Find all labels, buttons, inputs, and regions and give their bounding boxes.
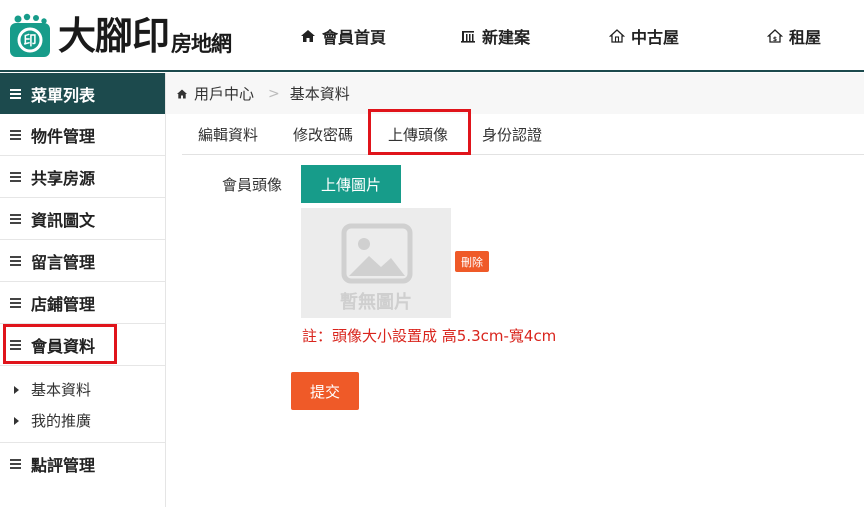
sidebar-item-member-info[interactable]: 會員資料 xyxy=(0,324,165,366)
menu-icon xyxy=(10,88,21,99)
sidebar-item-reviews[interactable]: 點評管理 xyxy=(0,443,165,485)
caret-right-icon xyxy=(14,385,19,394)
site-logo[interactable]: 印 大腳印 房地網 xyxy=(8,10,258,62)
sidebar-title-text: 菜單列表 xyxy=(31,85,96,105)
breadcrumb: 用戶中心 > 基本資料 xyxy=(166,73,864,114)
sidebar-item-shared[interactable]: 共享房源 xyxy=(0,156,165,198)
avatar-preview: 暫無圖片 xyxy=(301,208,451,318)
list-icon xyxy=(10,339,21,350)
submenu-my-promotion[interactable]: 我的推廣 xyxy=(0,405,165,436)
avatar-label: 會員頭像 xyxy=(222,176,283,194)
member-submenu: 基本資料 我的推廣 xyxy=(0,366,165,443)
sidebar-item-label: 會員資料 xyxy=(31,336,96,356)
tab-change-password[interactable]: 修改密碼 xyxy=(293,124,353,145)
nav-rent[interactable]: $ 租屋 xyxy=(767,24,821,48)
nav-label: 新建案 xyxy=(482,28,531,47)
svg-text:$: $ xyxy=(773,36,777,43)
logo-subtitle: 房地網 xyxy=(171,31,232,56)
no-image-text: 暫無圖片 xyxy=(340,292,412,313)
delete-button[interactable]: 刪除 xyxy=(455,251,489,272)
sidebar-item-label: 店鋪管理 xyxy=(31,294,96,314)
list-icon xyxy=(10,255,21,266)
tab-upload-avatar[interactable]: 上傳頭像 xyxy=(388,124,448,145)
breadcrumb-current: 基本資料 xyxy=(289,85,350,103)
site-header: 印 大腳印 房地網 會員首頁 新建案 中古屋 $ 租屋 xyxy=(0,0,864,72)
logo-title: 大腳印 xyxy=(58,13,170,58)
sidebar-item-label: 留言管理 xyxy=(31,252,96,272)
sidebar-item-property[interactable]: 物件管理 xyxy=(0,114,165,156)
list-icon xyxy=(10,297,21,308)
sidebar-item-label: 點評管理 xyxy=(31,456,96,475)
list-icon xyxy=(10,171,21,182)
nav-second-hand[interactable]: 中古屋 xyxy=(609,24,679,48)
sidebar-item-messages[interactable]: 留言管理 xyxy=(0,240,165,282)
nav-label: 會員首頁 xyxy=(322,28,387,47)
home-icon xyxy=(301,30,315,42)
size-note: 註：頭像大小設置成 高5.3cm-寬4cm xyxy=(302,327,557,345)
list-icon xyxy=(10,459,21,469)
sidebar-item-label: 資訊圖文 xyxy=(31,210,96,230)
svg-text:印: 印 xyxy=(23,34,36,49)
profile-tabs: 編輯資料 修改密碼 上傳頭像 身份認證 xyxy=(182,114,864,155)
breadcrumb-home[interactable]: 用戶中心 xyxy=(194,83,254,104)
sidebar-item-store[interactable]: 店鋪管理 xyxy=(0,282,165,324)
nav-label: 中古屋 xyxy=(631,28,680,47)
sidebar-item-label: 物件管理 xyxy=(31,126,96,146)
nav-new-projects[interactable]: 新建案 xyxy=(460,24,530,48)
house-icon xyxy=(609,29,625,43)
upload-image-button[interactable]: 上傳圖片 xyxy=(301,165,401,203)
submenu-label: 我的推廣 xyxy=(31,412,92,430)
tab-identity-verification[interactable]: 身份認證 xyxy=(482,124,542,145)
footprint-logo-icon: 印 xyxy=(8,13,56,59)
list-icon xyxy=(10,129,21,140)
tab-edit-info[interactable]: 編輯資料 xyxy=(198,124,258,145)
submit-button[interactable]: 提交 xyxy=(291,372,359,410)
building-icon xyxy=(461,31,475,43)
submenu-label: 基本資料 xyxy=(31,381,92,399)
sidebar-menu: 菜單列表 物件管理 共享房源 資訊圖文 留言管理 店鋪管理 會員資料 基本資料 … xyxy=(0,73,166,507)
home-icon xyxy=(177,89,187,98)
caret-right-icon xyxy=(14,416,19,425)
nav-member-home[interactable]: 會員首頁 xyxy=(300,24,386,48)
rent-house-icon: $ xyxy=(767,29,783,43)
sidebar-item-articles[interactable]: 資訊圖文 xyxy=(0,198,165,240)
sidebar-item-label: 共享房源 xyxy=(31,168,96,188)
nav-label: 租屋 xyxy=(789,28,822,47)
submenu-basic-info[interactable]: 基本資料 xyxy=(0,374,165,405)
chevron-right-icon: > xyxy=(268,85,280,102)
list-icon xyxy=(10,213,21,224)
sidebar-title: 菜單列表 xyxy=(0,73,165,114)
